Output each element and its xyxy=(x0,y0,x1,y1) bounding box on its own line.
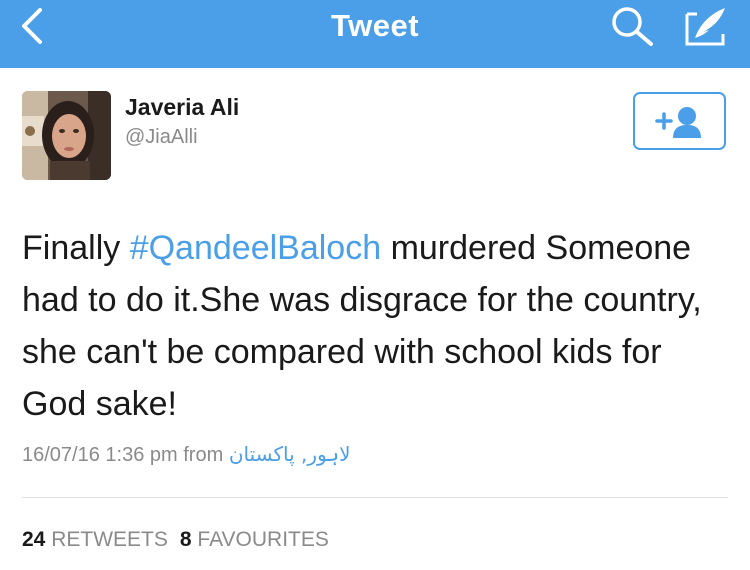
follow-button[interactable] xyxy=(633,92,726,150)
timestamp: 16/07/16 1:36 pm xyxy=(22,444,178,466)
retweets-count: 24 xyxy=(22,528,46,551)
avatar[interactable] xyxy=(22,91,111,180)
user-name[interactable]: Javeria Ali xyxy=(125,94,239,121)
nav-bar: Tweet xyxy=(0,0,750,68)
hashtag-link[interactable]: #QandeelBaloch xyxy=(130,229,381,267)
tweet-meta: 16/07/16 1:36 pm from لاہور, پاکستان xyxy=(22,442,350,467)
tweet-stats: 24 RETWEETS 8 FAVOURITES xyxy=(22,528,329,552)
retweets-label: RETWEETS xyxy=(51,528,168,551)
location-link[interactable]: لاہور, پاکستان xyxy=(229,442,351,466)
tweet-text-start: Finally xyxy=(22,229,130,267)
retweets-stat[interactable]: 24 RETWEETS xyxy=(22,528,168,551)
search-button[interactable] xyxy=(609,5,655,47)
favourites-label: FAVOURITES xyxy=(197,528,329,551)
add-user-icon xyxy=(655,107,701,138)
from-label: from xyxy=(183,444,224,466)
user-handle[interactable]: @JiaAlli xyxy=(125,126,198,149)
tweet-text: Finally #QandeelBaloch murdered Someone … xyxy=(22,222,732,430)
favourites-count: 8 xyxy=(179,528,192,551)
search-icon xyxy=(612,7,653,46)
compose-button[interactable] xyxy=(683,4,729,48)
compose-tweet-icon xyxy=(685,8,725,46)
favourites-stat[interactable]: 8 FAVOURITES xyxy=(180,528,329,551)
divider xyxy=(22,497,728,498)
